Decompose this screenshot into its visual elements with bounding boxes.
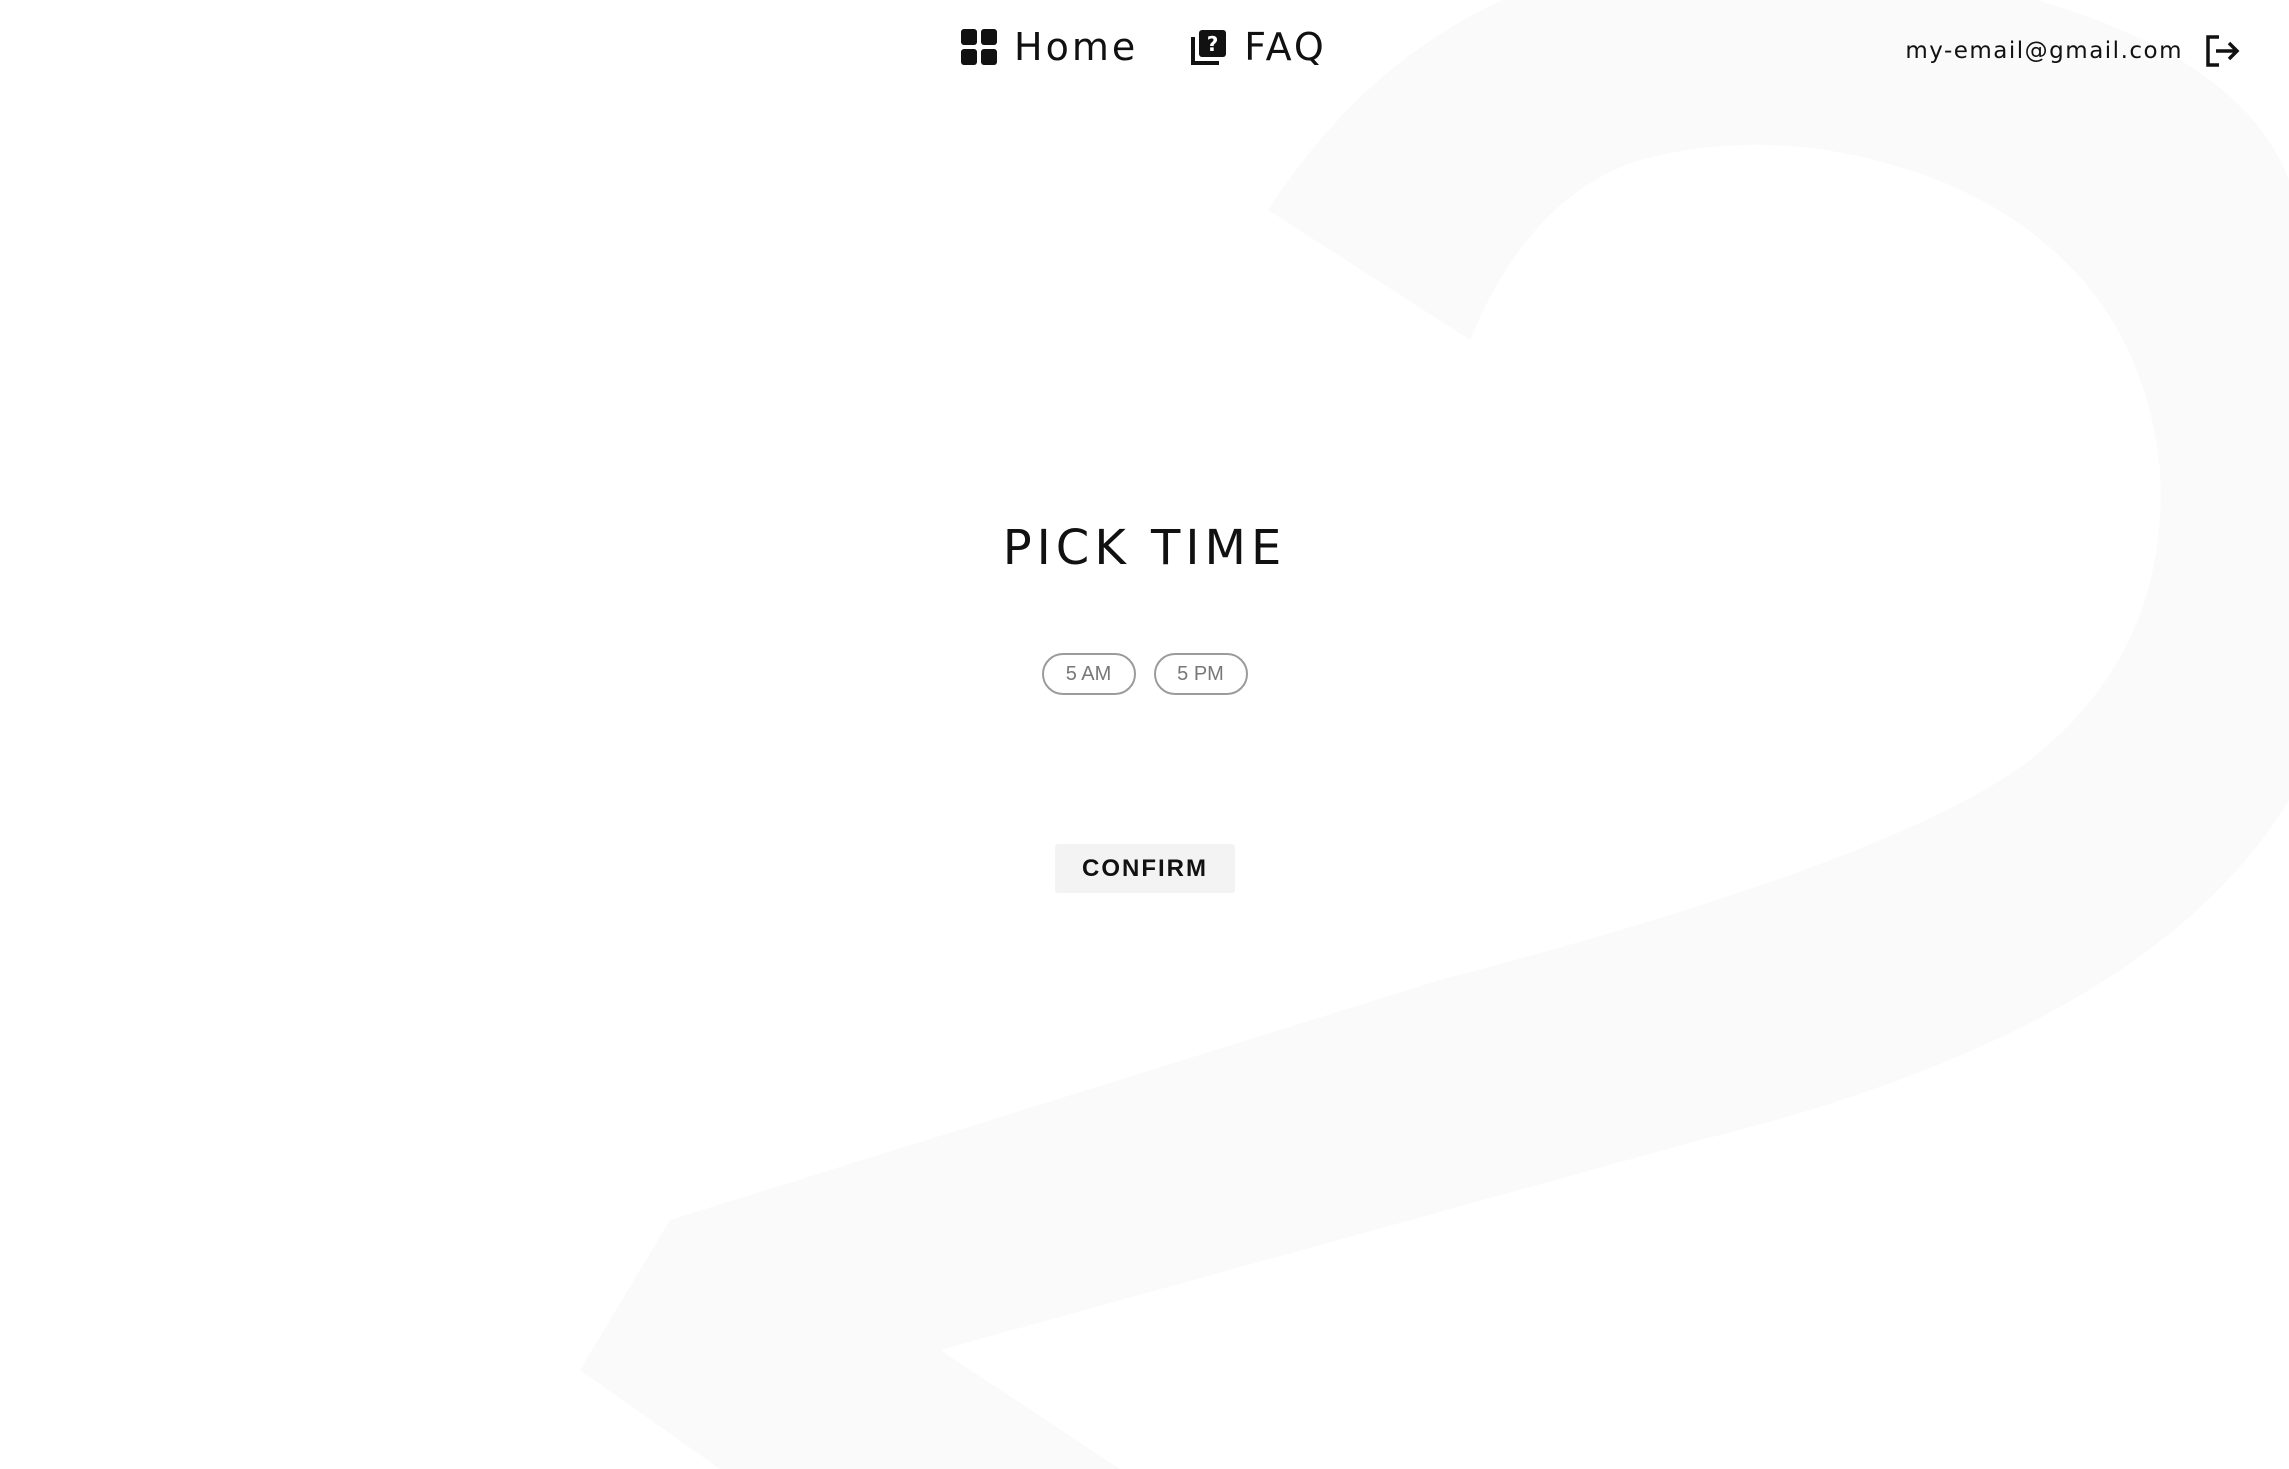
nav-home-label: Home bbox=[1014, 25, 1139, 69]
nav-faq-label: FAQ bbox=[1244, 25, 1327, 69]
dashboard-grid-icon bbox=[961, 29, 997, 65]
nav-home-link[interactable]: Home bbox=[960, 28, 1138, 66]
background-watermark-shape bbox=[580, 0, 2289, 1469]
time-options: 5 AM 5 PM bbox=[0, 653, 2289, 695]
page: Home ? FAQ my-email@gmail.com PICK TIME … bbox=[0, 0, 2289, 1469]
nav-faq-link[interactable]: ? FAQ bbox=[1190, 28, 1327, 66]
account-area: my-email@gmail.com bbox=[1905, 30, 2243, 72]
logout-button[interactable] bbox=[2201, 30, 2243, 72]
account-email: my-email@gmail.com bbox=[1905, 38, 2183, 64]
page-title: PICK TIME bbox=[1002, 520, 1287, 577]
main-nav: Home ? FAQ bbox=[960, 28, 1379, 66]
time-option-5am[interactable]: 5 AM bbox=[1041, 653, 1136, 695]
logout-icon bbox=[2206, 35, 2240, 67]
svg-text:?: ? bbox=[1207, 32, 1219, 56]
help-library-icon: ? bbox=[1191, 30, 1227, 65]
confirm-button[interactable]: CONFIRM bbox=[1055, 844, 1235, 893]
time-option-5pm[interactable]: 5 PM bbox=[1153, 653, 1248, 695]
